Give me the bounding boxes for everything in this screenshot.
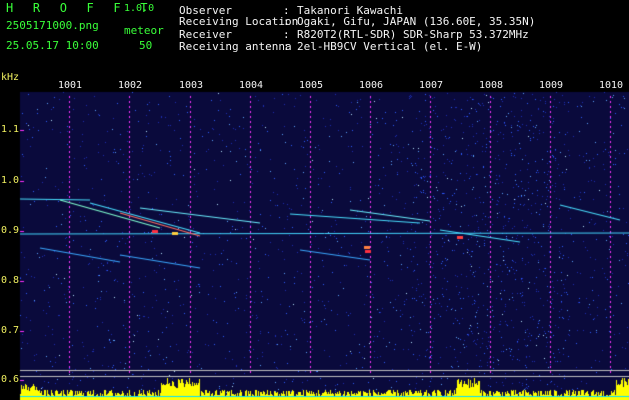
y-tick-label: 0.9 [1,225,20,236]
meteor-count: 50 [139,39,153,52]
x-tick-label: 1007 [419,80,444,91]
antenna-key: Receiving antenna [179,40,292,53]
x-tick-label: 1008 [479,80,504,91]
x-tick-label: 1004 [239,80,264,91]
hrofft-window: { "header": { "logo": "H R O F F T", "ve… [0,0,629,400]
meteor-label: meteor [124,24,164,37]
image-filename: 2505171000.png [6,19,99,32]
info-separator: : [283,40,290,53]
y-tick-label: 0.6 [1,374,20,385]
info-separator: : [283,15,290,28]
x-tick-label: 1003 [179,80,204,91]
x-tick-label: 1006 [359,80,384,91]
location-value: Ogaki, Gifu, JAPAN (136.60E, 35.35N) [297,15,536,28]
y-tick-label: 0.7 [1,325,20,336]
app-version: 1.0.0 [124,3,155,14]
spectrogram-canvas [0,0,629,400]
y-tick-label: 1.1 [1,124,20,135]
antenna-value: 2el-HB9CV Vertical (el. E-W) [297,40,483,53]
x-tick-label: 1002 [118,80,143,91]
x-tick-label: 1005 [299,80,324,91]
y-tick-label: 0.8 [1,275,20,286]
x-tick-label: 1010 [599,80,624,91]
location-key: Receiving Location [179,15,299,28]
y-axis-unit: kHz [1,72,20,83]
observation-datetime: 25.05.17 10:00 [6,39,99,52]
y-tick-label: 1.0 [1,175,20,186]
x-tick-label: 1001 [58,80,83,91]
x-tick-label: 1009 [539,80,564,91]
